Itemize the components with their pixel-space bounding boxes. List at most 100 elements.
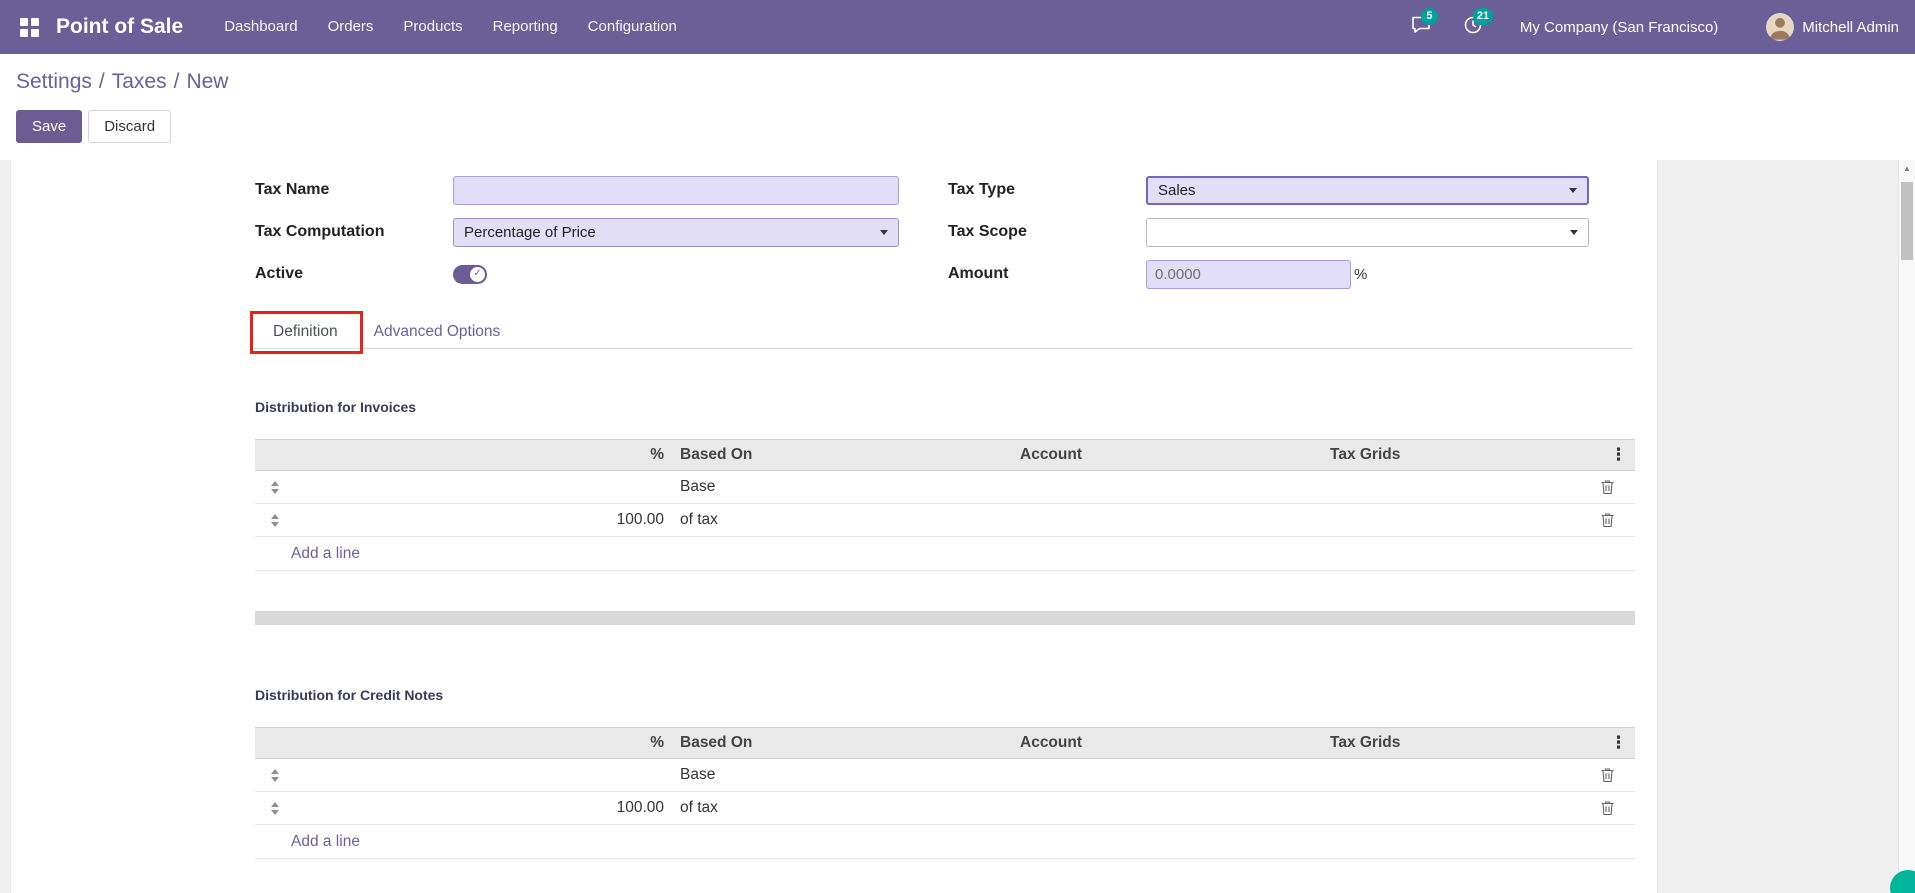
vertical-scrollbar[interactable]: ▲ ▼ xyxy=(1898,160,1915,893)
user-name: Mitchell Admin xyxy=(1802,18,1899,36)
tax-type-value: Sales xyxy=(1158,181,1196,199)
scrollbar-thumb[interactable] xyxy=(1901,182,1913,260)
column-options-icon[interactable]: ⋮ xyxy=(1606,733,1631,753)
col-based-on-header: Based On xyxy=(680,446,753,463)
apps-menu-button[interactable] xyxy=(16,14,42,40)
col-based-on-header: Based On xyxy=(680,734,753,751)
active-toggle[interactable]: ✓ xyxy=(453,264,487,284)
credit-notes-table: % Based On Account Tax Grids ⋮ Base 100.… xyxy=(255,727,1635,859)
col-account-header: Account xyxy=(1020,734,1082,751)
content-area: Tax Name Tax Type Sales Tax Computation … xyxy=(0,160,1915,893)
col-percent-header: % xyxy=(650,734,664,751)
invoices-section-title: Distribution for Invoices xyxy=(255,399,417,415)
credit-notes-add-line-row: Add a line xyxy=(255,825,1635,859)
cell-based-on: of tax xyxy=(680,511,718,528)
user-avatar xyxy=(1766,13,1795,41)
menu-dashboard[interactable]: Dashboard xyxy=(209,0,312,54)
column-options-icon[interactable]: ⋮ xyxy=(1606,445,1631,465)
col-account-header: Account xyxy=(1020,446,1082,463)
amount-suffix: % xyxy=(1354,265,1368,283)
tab-advanced-options-label: Advanced Options xyxy=(373,323,501,340)
drag-handle-icon[interactable] xyxy=(271,480,279,494)
tax-type-label: Tax Type xyxy=(948,181,1015,198)
delete-row-icon[interactable] xyxy=(1600,512,1615,528)
delete-row-icon[interactable] xyxy=(1600,479,1615,495)
invoices-row-base[interactable]: Base xyxy=(255,471,1635,504)
messages-badge: 5 xyxy=(1420,8,1438,25)
messages-button[interactable]: 5 xyxy=(1408,8,1438,40)
discard-button[interactable]: Discard xyxy=(88,110,172,143)
delete-row-icon[interactable] xyxy=(1600,767,1615,783)
breadcrumb: Settings / Taxes / New xyxy=(16,68,1899,96)
screen: Point of Sale Dashboard Orders Products … xyxy=(0,0,1915,893)
menu-products[interactable]: Products xyxy=(388,0,477,54)
tax-scope-label: Tax Scope xyxy=(948,223,1027,240)
notebook-tabs: Definition Advanced Options xyxy=(250,311,1633,354)
tab-definition[interactable]: Definition xyxy=(250,311,363,354)
amount-label: Amount xyxy=(948,265,1009,282)
menu-configuration[interactable]: Configuration xyxy=(573,0,692,54)
livechat-button[interactable] xyxy=(1890,870,1915,893)
breadcrumb-separator: / xyxy=(98,70,105,93)
toggle-knob: ✓ xyxy=(470,266,485,282)
navbar-right: 5 21 My Company (San Francisco) Mitchell… xyxy=(1382,8,1899,41)
check-icon: ✓ xyxy=(473,268,482,279)
main-menu: Dashboard Orders Products Reporting Conf… xyxy=(209,0,692,54)
chevron-down-icon xyxy=(1570,229,1578,235)
breadcrumb-taxes[interactable]: Taxes xyxy=(112,70,167,93)
amount-input[interactable] xyxy=(1146,259,1351,289)
control-panel-buttons: Save Discard xyxy=(16,110,1899,143)
tax-name-input[interactable] xyxy=(453,175,899,205)
tab-definition-label: Definition xyxy=(273,323,338,340)
drag-handle-icon[interactable] xyxy=(271,768,279,782)
drag-handle-icon[interactable] xyxy=(271,801,279,815)
cell-based-on: Base xyxy=(680,478,716,495)
tax-form: Tax Name Tax Type Sales Tax Computation … xyxy=(255,160,1633,289)
tax-name-label: Tax Name xyxy=(255,181,330,198)
cell-based-on: Base xyxy=(680,766,716,783)
credit-notes-row-base[interactable]: Base xyxy=(255,759,1635,792)
top-navbar: Point of Sale Dashboard Orders Products … xyxy=(0,0,1915,54)
breadcrumb-settings[interactable]: Settings xyxy=(16,70,92,93)
scroll-up-arrow-icon[interactable]: ▲ xyxy=(1899,160,1915,177)
section-separator xyxy=(255,611,1635,625)
menu-reporting[interactable]: Reporting xyxy=(478,0,573,54)
form-sheet: Tax Name Tax Type Sales Tax Computation … xyxy=(10,160,1658,893)
credit-notes-row-tax[interactable]: 100.00 of tax xyxy=(255,792,1635,825)
apps-grid-icon xyxy=(19,17,39,37)
active-label: Active xyxy=(255,265,304,282)
tax-computation-label: Tax Computation xyxy=(255,223,385,240)
chevron-down-icon xyxy=(880,229,888,235)
col-tax-grids-header: Tax Grids xyxy=(1330,734,1401,751)
invoices-add-line-row: Add a line xyxy=(255,537,1635,571)
control-panel: Settings / Taxes / New Save Discard xyxy=(0,54,1915,160)
col-tax-grids-header: Tax Grids xyxy=(1330,446,1401,463)
save-button[interactable]: Save xyxy=(16,110,83,143)
tax-computation-select[interactable]: Percentage of Price xyxy=(453,217,899,247)
credit-notes-section-title: Distribution for Credit Notes xyxy=(255,687,444,703)
tax-computation-value: Percentage of Price xyxy=(464,223,596,241)
app-name[interactable]: Point of Sale xyxy=(56,15,183,39)
col-percent-header: % xyxy=(650,446,664,463)
invoices-table-header: % Based On Account Tax Grids ⋮ xyxy=(255,439,1635,471)
drag-handle-icon[interactable] xyxy=(271,513,279,527)
tab-advanced-options[interactable]: Advanced Options xyxy=(356,315,519,348)
breadcrumb-separator: / xyxy=(173,70,180,93)
add-line-link[interactable]: Add a line xyxy=(291,545,360,563)
add-line-link[interactable]: Add a line xyxy=(291,833,360,851)
breadcrumb-current: New xyxy=(186,70,229,93)
activities-badge: 21 xyxy=(1472,8,1494,25)
tax-scope-select[interactable] xyxy=(1146,217,1589,247)
credit-notes-table-header: % Based On Account Tax Grids ⋮ xyxy=(255,727,1635,759)
cell-percent: 100.00 xyxy=(616,511,664,528)
delete-row-icon[interactable] xyxy=(1600,800,1615,816)
tax-type-select[interactable]: Sales xyxy=(1146,175,1589,205)
cell-based-on: of tax xyxy=(680,799,718,816)
user-menu[interactable]: Mitchell Admin xyxy=(1766,13,1899,41)
invoices-table: % Based On Account Tax Grids ⋮ Base 100.… xyxy=(255,439,1635,571)
invoices-row-tax[interactable]: 100.00 of tax xyxy=(255,504,1635,537)
menu-orders[interactable]: Orders xyxy=(313,0,389,54)
company-switcher[interactable]: My Company (San Francisco) xyxy=(1520,19,1718,36)
activities-button[interactable]: 21 xyxy=(1460,8,1494,40)
chevron-down-icon xyxy=(1569,187,1577,193)
